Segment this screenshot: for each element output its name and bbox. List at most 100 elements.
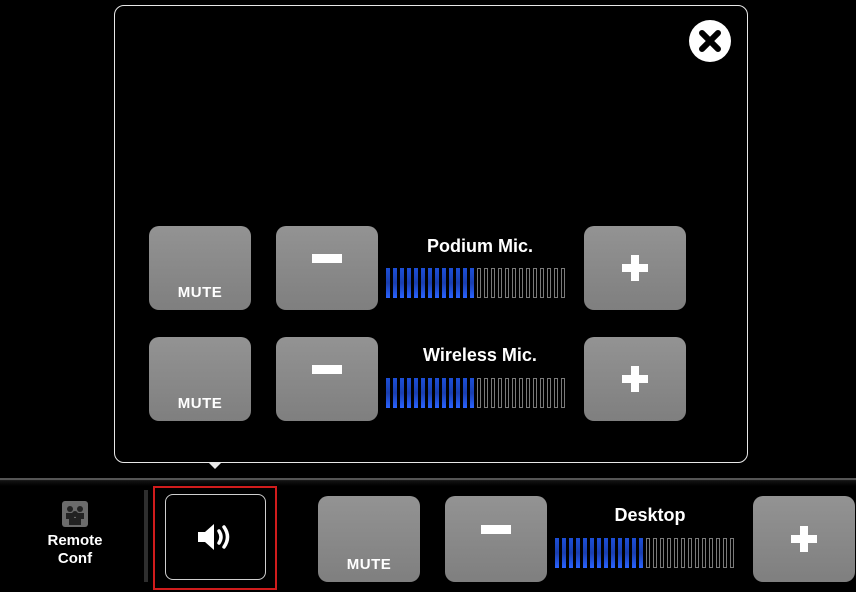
meter-segment [555, 538, 559, 568]
meter-segment [562, 538, 566, 568]
meter-segment [569, 538, 573, 568]
podium-volume-up-button[interactable] [584, 226, 686, 310]
meter-segment [498, 268, 502, 298]
meter-segment [526, 268, 530, 298]
meter-segment [428, 378, 432, 408]
meter-segment [393, 378, 397, 408]
podium-volume-down-button[interactable] [276, 226, 378, 310]
desktop-volume-up-button[interactable] [753, 496, 855, 582]
meter-segment [400, 268, 404, 298]
meter-segment [723, 538, 727, 568]
meter-segment [407, 378, 411, 408]
meter-segment [590, 538, 594, 568]
meter-segment [625, 538, 629, 568]
meter-segment [519, 268, 523, 298]
meter-segment [547, 268, 551, 298]
meter-segment [533, 378, 537, 408]
remote-conf-label-line2: Conf [57, 550, 93, 567]
desktop-level-meter [555, 538, 734, 568]
speaker-icon [197, 524, 229, 550]
meter-segment [484, 378, 488, 408]
bottom-bar-rule [0, 478, 856, 480]
meter-segment [470, 378, 474, 408]
wireless-volume-down-button[interactable] [276, 337, 378, 421]
podium-mic-label: Podium Mic. [426, 236, 533, 256]
wireless-mute-button[interactable]: MUTE [149, 337, 251, 421]
meter-segment [653, 538, 657, 568]
meter-segment [730, 538, 734, 568]
meter-segment [456, 378, 460, 408]
meter-segment [561, 378, 565, 408]
meter-segment [540, 268, 544, 298]
meter-segment [688, 538, 692, 568]
wireless-volume-up-button[interactable] [584, 337, 686, 421]
meter-segment [477, 378, 481, 408]
meter-segment [463, 378, 467, 408]
meter-segment [646, 538, 650, 568]
meter-segment [667, 538, 671, 568]
popup-pointer [208, 462, 222, 469]
meter-segment [576, 538, 580, 568]
podium-level-meter [386, 268, 565, 298]
meter-segment [386, 378, 390, 408]
meter-segment [491, 378, 495, 408]
podium-mute-button[interactable]: MUTE [149, 226, 251, 310]
close-button[interactable] [689, 20, 731, 62]
plus-icon-vertical [800, 526, 808, 552]
plus-icon-vertical [631, 255, 639, 281]
meter-segment [477, 268, 481, 298]
meter-segment [604, 538, 608, 568]
desktop-mute-label: MUTE [346, 556, 392, 573]
meter-segment [435, 268, 439, 298]
meter-segment [442, 378, 446, 408]
meter-segment [435, 378, 439, 408]
meter-segment [491, 268, 495, 298]
meter-segment [393, 268, 397, 298]
meter-segment [695, 538, 699, 568]
meter-segment [505, 268, 509, 298]
meter-segment [632, 538, 636, 568]
meter-segment [561, 268, 565, 298]
minus-icon [481, 525, 511, 534]
meter-segment [702, 538, 706, 568]
volume-popup-button[interactable] [165, 494, 266, 580]
meter-segment [386, 268, 390, 298]
meter-segment [519, 378, 523, 408]
meter-segment [498, 378, 502, 408]
meter-segment [470, 268, 474, 298]
meter-segment [639, 538, 643, 568]
close-x-icon [699, 30, 721, 52]
meter-segment [442, 268, 446, 298]
conference-icon [62, 501, 88, 527]
meter-segment [597, 538, 601, 568]
wireless-level-meter [386, 378, 565, 408]
meter-segment [660, 538, 664, 568]
meter-segment [709, 538, 713, 568]
meter-segment [526, 378, 530, 408]
meter-segment [618, 538, 622, 568]
meter-segment [554, 378, 558, 408]
meter-segment [421, 268, 425, 298]
wireless-mute-label: MUTE [177, 395, 223, 412]
meter-segment [463, 268, 467, 298]
podium-mute-label: MUTE [177, 284, 223, 301]
meter-segment [449, 268, 453, 298]
meter-segment [540, 378, 544, 408]
meter-segment [484, 268, 488, 298]
desktop-mute-button[interactable]: MUTE [318, 496, 420, 582]
meter-segment [554, 268, 558, 298]
minus-icon [312, 365, 342, 374]
desktop-volume-down-button[interactable] [445, 496, 547, 582]
meter-segment [547, 378, 551, 408]
meter-segment [512, 268, 516, 298]
meter-segment [512, 378, 516, 408]
meter-segment [716, 538, 720, 568]
meter-segment [414, 268, 418, 298]
meter-segment [611, 538, 615, 568]
remote-conf-button[interactable]: Remote Conf [30, 500, 120, 568]
meter-segment [428, 268, 432, 298]
bottom-divider [144, 490, 148, 582]
plus-icon-vertical [631, 366, 639, 392]
meter-segment [674, 538, 678, 568]
bottom-control-bar [0, 478, 856, 592]
